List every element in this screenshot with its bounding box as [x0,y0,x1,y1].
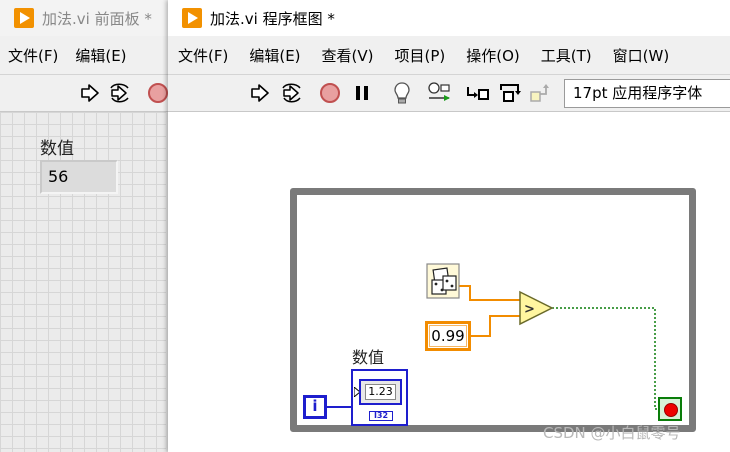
greater-than-comparison-icon: > [519,290,554,326]
front-panel-menubar: 文件(F) 编辑(E) [0,36,172,74]
indicator-label[interactable]: 数值 [352,344,384,368]
run-arrow-icon[interactable] [76,75,104,111]
watermark: CSDN @小白鼠零号 [543,424,681,442]
random-number-dice-icon [426,263,460,299]
indicator-representation-label: I32 [369,411,393,421]
wire-constant-to-compare [471,315,520,337]
block-diagram-toolbar: 17pt 应用程序字体 [168,74,730,112]
front-panel-title: 加法.vi 前面板 * [42,9,152,28]
block-diagram-titlebar[interactable]: 加法.vi 程序框图 * [168,0,730,36]
run-continuously-icon[interactable] [106,75,134,111]
run-arrow-icon[interactable] [246,75,274,111]
iteration-terminal[interactable]: i [303,395,327,419]
retain-wire-values-icon[interactable] [426,75,454,111]
labview-logo-icon [182,8,202,28]
wire-random-to-compare [458,285,520,301]
loop-condition-stop-terminal[interactable] [658,397,682,421]
highlight-execution-bulb-icon[interactable] [388,75,416,111]
step-over-icon[interactable] [496,75,524,111]
front-panel-window[interactable]: 加法.vi 前面板 * 文件(F) 编辑(E) 数值 56 [0,0,172,452]
menu-project[interactable]: 项目(P) [385,45,457,66]
fp-menu-file[interactable]: 文件(F) [0,45,67,66]
pause-icon[interactable] [348,75,376,111]
wire-compare-to-stop [552,307,659,410]
step-into-icon[interactable] [464,75,492,111]
menu-edit[interactable]: 编辑(E) [239,45,311,66]
menu-file[interactable]: 文件(F) [168,45,239,66]
labview-logo-icon [14,8,34,28]
menu-view[interactable]: 查看(V) [312,45,385,66]
block-diagram-canvas[interactable]: > 0.99 i 数值 1.23 I32 CSDN @小白鼠零号 [168,112,730,452]
abort-stop-icon[interactable] [316,75,344,111]
fp-menu-edit[interactable]: 编辑(E) [67,45,135,66]
step-out-icon[interactable] [526,75,554,111]
block-diagram-title: 加法.vi 程序框图 * [210,9,335,28]
numeric-indicator-terminal[interactable]: 1.23 I32 [351,369,408,426]
block-diagram-window[interactable]: 加法.vi 程序框图 * 文件(F) 编辑(E) 查看(V) 项目(P) 操作(… [168,0,730,452]
numeric-control-label: 数值 [40,139,74,159]
run-continuously-icon[interactable] [278,75,306,111]
indicator-terminal-inner: 1.23 [359,379,402,405]
front-panel-canvas[interactable]: 数值 56 [0,112,166,452]
menu-tools[interactable]: 工具(T) [531,45,603,66]
indicator-terminal-display: 1.23 [365,384,396,400]
front-panel-toolbar [0,74,172,112]
numeric-indicator-display[interactable]: 56 [40,160,118,194]
menu-operate[interactable]: 操作(O) [456,45,531,66]
menu-window[interactable]: 窗口(W) [603,45,681,66]
block-diagram-menubar: 文件(F) 编辑(E) 查看(V) 项目(P) 操作(O) 工具(T) 窗口(W… [168,36,730,74]
font-select-dropdown[interactable]: 17pt 应用程序字体 [564,79,730,108]
front-panel-titlebar[interactable]: 加法.vi 前面板 * [0,0,172,36]
wires-layer: > [327,263,659,410]
numeric-constant[interactable]: 0.99 [425,321,471,351]
svg-text:>: > [524,302,535,317]
